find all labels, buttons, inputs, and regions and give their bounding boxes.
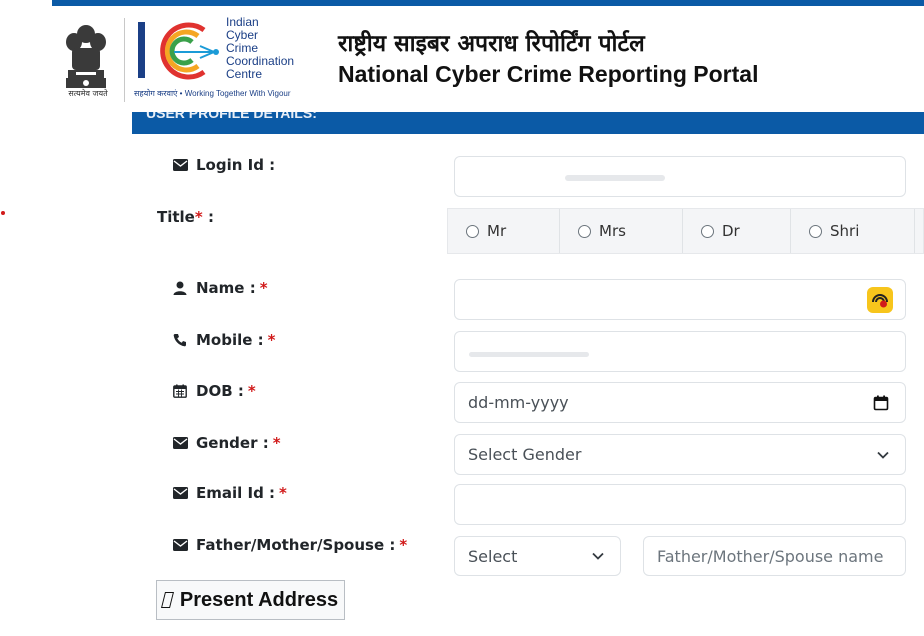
envelope-icon [172,485,188,501]
email-input[interactable] [454,484,906,525]
relation-selected-value: Select [468,546,518,566]
relation-label-text: Father/Mother/Spouse : [196,536,396,554]
title-radio-group: Mr Mrs Dr Shri [447,208,924,254]
section-header-bar: USER PROFILE DETAILS: [132,112,924,134]
title-label-text: Title [157,208,195,226]
title-option-label: Dr [722,222,740,240]
title-option-mr[interactable]: Mr [448,209,560,253]
relation-label: Father/Mother/Spouse : * [172,536,407,554]
chevron-down-icon [592,552,604,560]
dob-label: DOB : * [172,382,256,400]
required-mark: * [194,208,203,226]
login-id-field[interactable] [454,156,906,197]
gender-label-text: Gender : [196,434,269,452]
required-mark: * [259,279,268,297]
voice-input-button[interactable] [867,286,893,313]
envelope-icon [172,537,188,553]
radio-circle[interactable] [578,224,591,238]
radio-circle[interactable] [809,224,822,238]
required-mark: * [272,434,281,452]
relation-name-placeholder: Father/Mother/Spouse name [657,546,884,566]
required-mark: * [247,382,256,400]
phone-icon [172,332,188,348]
name-label: Name : * [172,279,268,297]
title-option-mrs[interactable]: Mrs [560,209,683,253]
mobile-label-text: Mobile : [196,331,264,349]
portal-title-hindi: राष्ट्रीय साइबर अपराध रिपोर्टिंग पोर्टल [338,31,645,57]
title-option-label: Mr [487,222,507,240]
title-label-suffix: : [202,208,214,226]
gender-selected-value: Select Gender [468,445,582,464]
envelope-icon [172,435,188,451]
login-id-label-text: Login Id : [196,156,276,174]
dob-input[interactable]: dd-mm-yyyy [454,382,906,423]
required-mark: * [267,331,276,349]
required-mark: * [399,536,408,554]
dob-placeholder: dd-mm-yyyy [468,393,569,412]
stray-red-dot [1,211,5,215]
title-option-label: Mrs [599,222,626,240]
email-label: Email Id : * [172,484,287,502]
i4c-logo-icon [138,22,219,80]
microphone-icon [872,293,888,307]
i4c-word: Centre [226,67,263,81]
required-mark: * [279,484,287,502]
chevron-down-icon [877,451,889,459]
envelope-icon [172,157,188,173]
present-address-button[interactable]: Present Address [156,580,345,620]
mobile-label: Mobile : * [172,331,276,349]
name-input[interactable] [454,279,906,320]
gender-label: Gender : * [172,434,281,452]
relation-name-input[interactable]: Father/Mother/Spouse name [643,536,906,576]
name-label-text: Name : [196,279,256,297]
present-address-label: Present Address [179,588,339,611]
gender-select[interactable]: Select Gender [454,434,906,475]
emblem-caption: सत्यमेव जयते [68,89,108,98]
email-label-text: Email Id : [196,484,276,502]
user-icon [172,280,188,296]
redacted-value [469,352,589,357]
title-option-dr[interactable]: Dr [683,209,791,253]
title-label: Title * : [157,208,214,226]
mobile-input[interactable] [454,331,906,372]
missing-glyph-icon [160,592,174,608]
relation-select[interactable]: Select [454,536,621,576]
portal-header: सत्यमेव जयते Indian Cyber Crime Coordina… [52,6,924,112]
radio-circle[interactable] [701,224,714,238]
title-option-label: Shri [830,222,860,240]
i4c-tagline: सहयोग करवाएं • Working Together With Vig… [134,89,291,98]
calendar-picker-icon[interactable] [873,395,889,411]
section-title: USER PROFILE DETAILS: [146,112,317,121]
dob-label-text: DOB : [196,382,244,400]
radio-circle[interactable] [466,224,479,238]
login-id-label: Login Id : [172,156,275,174]
portal-title-english: National Cyber Crime Reporting Portal [338,61,759,87]
calendar-icon [172,383,188,399]
i4c-wordmark: Indian Cyber Crime Coordination Centre [226,16,294,81]
title-option-shri[interactable]: Shri [791,209,915,253]
redacted-value [565,175,665,181]
header-divider [124,18,125,102]
